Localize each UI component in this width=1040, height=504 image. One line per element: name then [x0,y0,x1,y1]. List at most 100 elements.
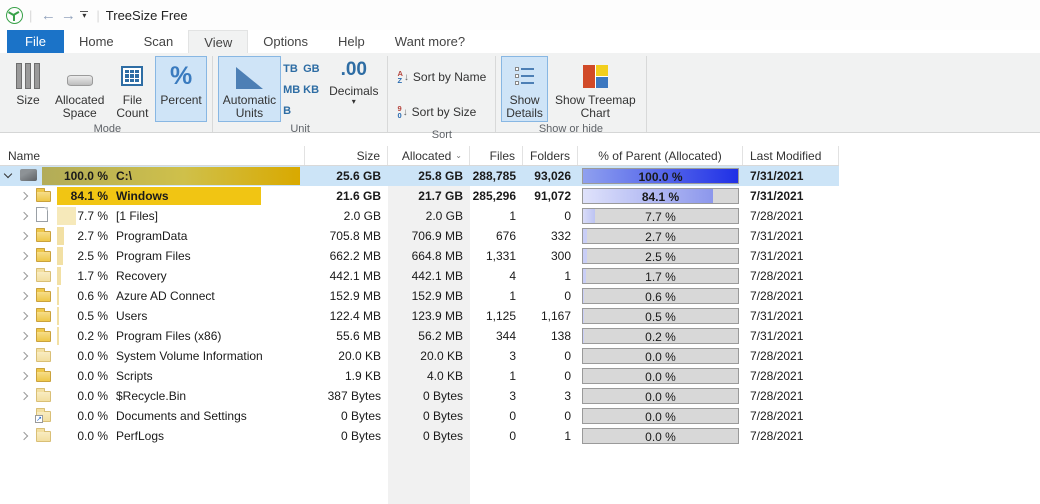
tab-home[interactable]: Home [64,30,129,53]
pct-bar-label: 0.5 % [583,310,738,324]
allocated-cell: 20.0 KB [388,346,470,366]
column-header-last-modified[interactable]: Last Modified [743,146,839,165]
folders-cell: 138 [523,326,578,346]
files-cell: 3 [470,346,523,366]
pct-of-parent-cell: 0.0 % [578,406,743,426]
allocated-space-button[interactable]: Allocated Space [50,56,109,122]
column-header-folders[interactable]: Folders [523,146,578,165]
table-row[interactable]: 0.0 %Scripts1.9 KB4.0 KB100.0 %7/28/2021 [0,366,839,386]
expand-chevron-icon[interactable] [20,392,28,400]
folders-cell: 1,167 [523,306,578,326]
expand-chevron-icon[interactable] [20,352,28,360]
table-row[interactable]: 84.1 %Windows21.6 GB21.7 GB285,29691,072… [0,186,839,206]
file-count-button[interactable]: File Count [111,56,153,122]
collapse-chevron-icon[interactable] [4,170,12,178]
pct-bar-track: 84.1 % [582,188,739,204]
table-row[interactable]: 100.0 %C:\25.6 GB25.8 GB288,78593,026100… [0,166,839,186]
expand-chevron-icon[interactable] [20,432,28,440]
folder-pale-icon [36,271,51,282]
column-header-allocated[interactable]: Allocated⌄ [388,146,470,165]
show-details-button[interactable]: Show Details [501,56,548,122]
table-row[interactable]: ↗0.0 %Documents and Settings0 Bytes0 Byt… [0,406,839,426]
expand-chevron-icon[interactable] [20,212,28,220]
unit-tb-button[interactable]: TB [283,63,303,80]
sort-by-name-button[interactable]: AZ↓ Sort by Name [393,61,490,93]
folders-cell: 1 [523,266,578,286]
sort-by-size-button[interactable]: 90↓Sort by Size [393,96,490,128]
tab-file[interactable]: File [7,30,64,53]
column-header-size[interactable]: Size [305,146,388,165]
column-header-name[interactable]: Name [0,146,305,165]
sort-az-icon: AZ↓ [397,70,408,84]
title-bar: | ← → ▾ | TreeSize Free [0,0,1040,30]
allocated-cell: 123.9 MB [388,306,470,326]
sort-indicator-icon: ⌄ [455,151,462,160]
files-cell: 0 [470,426,523,446]
table-row[interactable]: 7.7 %[1 Files]2.0 GB2.0 GB107.7 %7/28/20… [0,206,839,226]
folder-icon [36,311,51,322]
unit-letter-buttons: TBGBMBKBB [283,56,323,122]
automatic-units-button[interactable]: Automatic Units [218,56,281,122]
pct-of-parent-cell: 0.0 % [578,346,743,366]
allocated-cell: 152.9 MB [388,286,470,306]
expand-chevron-icon[interactable] [20,292,28,300]
folders-cell: 1 [523,426,578,446]
item-name: Recovery [116,269,167,283]
table-row[interactable]: 1.7 %Recovery442.1 MB442.1 MB411.7 %7/28… [0,266,839,286]
name-cell: 0.6 %Azure AD Connect [0,286,305,306]
decimals-button[interactable]: .00Decimals▾ [325,56,382,122]
unit-b-button[interactable]: B [283,105,303,122]
allocated-cell: 25.8 GB [388,166,470,186]
table-row[interactable]: 0.0 %PerfLogs0 Bytes0 Bytes010.0 %7/28/2… [0,426,839,446]
pct-of-parent-cell: 7.7 % [578,206,743,226]
name-cell: 1.7 %Recovery [0,266,305,286]
pct-bar-label: 0.2 % [583,330,738,344]
tab-help[interactable]: Help [323,30,380,53]
quick-access-dropdown-icon[interactable]: ▾ [78,11,90,20]
unit-mb-button[interactable]: MB [283,84,303,101]
percent-button[interactable]: %Percent [155,56,206,122]
table-row[interactable]: 0.0 %$Recycle.Bin387 Bytes0 Bytes330.0 %… [0,386,839,406]
folders-cell: 91,072 [523,186,578,206]
table-row[interactable]: 0.2 %Program Files (x86)55.6 MB56.2 MB34… [0,326,839,346]
expand-chevron-icon[interactable] [20,332,28,340]
size-cell: 20.0 KB [305,346,388,366]
ribbon: SizeAllocated SpaceFile Count%PercentMod… [0,53,1040,133]
tab-view[interactable]: View [188,30,248,53]
size-cell: 55.6 MB [305,326,388,346]
percent-label: 7.7 % [57,209,108,223]
back-arrow-icon[interactable]: ← [38,7,58,24]
chevron-down-icon: ▾ [352,98,356,106]
table-row[interactable]: 2.7 %ProgramData705.8 MB706.9 MB6763322.… [0,226,839,246]
percent-label: 0.0 % [57,429,108,443]
table-row[interactable]: 0.5 %Users122.4 MB123.9 MB1,1251,1670.5 … [0,306,839,326]
tab-options[interactable]: Options [248,30,323,53]
table-row[interactable]: 0.0 %System Volume Information20.0 KB20.… [0,346,839,366]
table-row[interactable]: 0.6 %Azure AD Connect152.9 MB152.9 MB100… [0,286,839,306]
treemap-icon [583,65,608,88]
column-header-pct-of-parent[interactable]: % of Parent (Allocated) [578,146,743,165]
size-cell: 25.6 GB [305,166,388,186]
pct-of-parent-cell: 0.0 % [578,366,743,386]
folders-cell: 0 [523,366,578,386]
button-label: Sort by Name [413,70,486,84]
expand-chevron-icon[interactable] [20,252,28,260]
column-header-files[interactable]: Files [470,146,523,165]
size-button[interactable]: Size [8,56,48,122]
expand-chevron-icon[interactable] [20,372,28,380]
tab-scan[interactable]: Scan [129,30,189,53]
expand-chevron-icon[interactable] [20,272,28,280]
table-row[interactable]: 2.5 %Program Files662.2 MB664.8 MB1,3313… [0,246,839,266]
pct-bar-track: 0.5 % [582,308,739,324]
unit-gb-button[interactable]: GB [303,63,323,80]
forward-arrow-icon[interactable]: → [58,7,78,24]
expand-chevron-icon[interactable] [20,312,28,320]
percent-label: 0.0 % [57,409,108,423]
expand-chevron-icon[interactable] [20,192,28,200]
folder-icon [36,191,51,202]
tab-want-more[interactable]: Want more? [380,30,480,53]
unit-kb-button[interactable]: KB [303,84,323,101]
folders-cell: 0 [523,286,578,306]
show-treemap-chart-button[interactable]: Show Treemap Chart [550,56,641,122]
expand-chevron-icon[interactable] [20,232,28,240]
